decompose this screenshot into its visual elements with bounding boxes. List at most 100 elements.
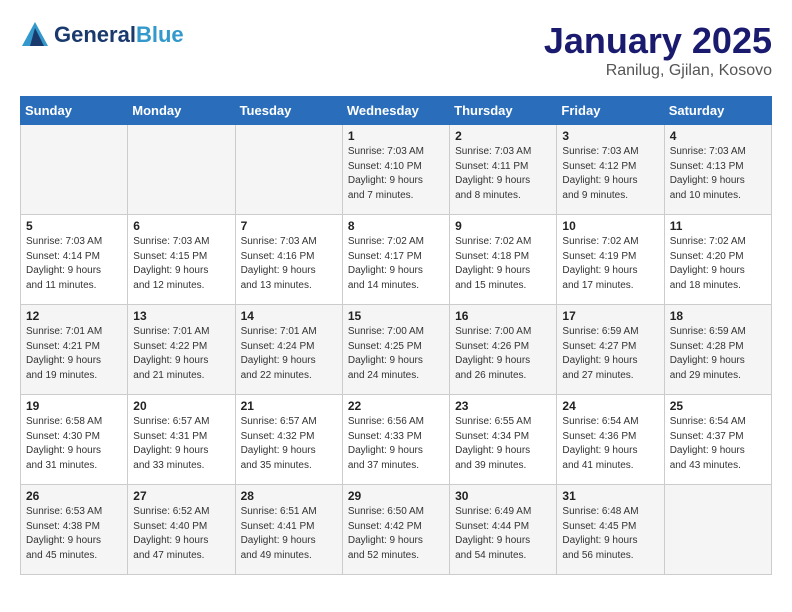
day-number: 27 bbox=[133, 489, 229, 503]
day-number: 3 bbox=[562, 129, 658, 143]
day-detail: Sunrise: 6:58 AM Sunset: 4:30 PM Dayligh… bbox=[26, 415, 122, 473]
calendar-cell: 20Sunrise: 6:57 AM Sunset: 4:31 PM Dayli… bbox=[128, 395, 235, 485]
day-detail: Sunrise: 7:01 AM Sunset: 4:24 PM Dayligh… bbox=[241, 325, 337, 383]
logo: GeneralBlue bbox=[20, 20, 184, 50]
day-detail: Sunrise: 6:57 AM Sunset: 4:32 PM Dayligh… bbox=[241, 415, 337, 473]
day-header-wednesday: Wednesday bbox=[342, 97, 449, 125]
day-number: 14 bbox=[241, 309, 337, 323]
day-number: 22 bbox=[348, 399, 444, 413]
day-number: 24 bbox=[562, 399, 658, 413]
day-number: 23 bbox=[455, 399, 551, 413]
calendar-header-row: SundayMondayTuesdayWednesdayThursdayFrid… bbox=[21, 97, 772, 125]
calendar-cell: 4 Sunrise: 7:03 AM Sunset: 4:13 PM Daylig… bbox=[664, 125, 771, 215]
day-detail: Sunrise: 6:49 AM Sunset: 4:44 PM Dayligh… bbox=[455, 505, 551, 563]
calendar-cell: 8Sunrise: 7:02 AM Sunset: 4:17 PM Daylig… bbox=[342, 215, 449, 305]
day-number: 4 bbox=[670, 129, 766, 143]
day-number: 15 bbox=[348, 309, 444, 323]
day-detail: Sunrise: 7:03 AM Sunset: 4:13 PM Dayligh… bbox=[670, 145, 766, 203]
calendar-cell: 22 Sunrise: 6:56 AM Sunset: 4:33 PM Dayli… bbox=[342, 395, 449, 485]
calendar-cell: 18Sunrise: 6:59 AM Sunset: 4:28 PM Dayli… bbox=[664, 305, 771, 395]
day-number: 11 bbox=[670, 219, 766, 233]
calendar-cell: 19 Sunrise: 6:58 AM Sunset: 4:30 PM Dayli… bbox=[21, 395, 128, 485]
title-block: January 2025 Ranilug, Gjilan, Kosovo bbox=[544, 20, 772, 80]
calendar-cell: 23 Sunrise: 6:55 AM Sunset: 4:34 PM Dayli… bbox=[450, 395, 557, 485]
calendar-week-row: 1 Sunrise: 7:03 AM Sunset: 4:10 PM Daylig… bbox=[21, 125, 772, 215]
day-detail: Sunrise: 6:54 AM Sunset: 4:36 PM Dayligh… bbox=[562, 415, 658, 473]
calendar-title: January 2025 bbox=[544, 20, 772, 62]
logo-blue: Blue bbox=[136, 22, 184, 47]
day-detail: Sunrise: 7:03 AM Sunset: 4:15 PM Dayligh… bbox=[133, 235, 229, 293]
calendar-cell: 28Sunrise: 6:51 AM Sunset: 4:41 PM Dayli… bbox=[235, 485, 342, 575]
day-detail: Sunrise: 6:48 AM Sunset: 4:45 PM Dayligh… bbox=[562, 505, 658, 563]
day-detail: Sunrise: 7:00 AM Sunset: 4:26 PM Dayligh… bbox=[455, 325, 551, 383]
day-number: 10 bbox=[562, 219, 658, 233]
day-number: 31 bbox=[562, 489, 658, 503]
calendar-cell: 9Sunrise: 7:02 AM Sunset: 4:18 PM Daylig… bbox=[450, 215, 557, 305]
calendar-cell: 27 Sunrise: 6:52 AM Sunset: 4:40 PM Dayli… bbox=[128, 485, 235, 575]
day-detail: Sunrise: 7:03 AM Sunset: 4:12 PM Dayligh… bbox=[562, 145, 658, 203]
page-header: GeneralBlue January 2025 Ranilug, Gjilan… bbox=[20, 20, 772, 80]
day-detail: Sunrise: 7:01 AM Sunset: 4:22 PM Dayligh… bbox=[133, 325, 229, 383]
calendar-cell: 7Sunrise: 7:03 AM Sunset: 4:16 PM Daylig… bbox=[235, 215, 342, 305]
day-detail: Sunrise: 7:02 AM Sunset: 4:19 PM Dayligh… bbox=[562, 235, 658, 293]
day-number: 6 bbox=[133, 219, 229, 233]
day-detail: Sunrise: 6:55 AM Sunset: 4:34 PM Dayligh… bbox=[455, 415, 551, 473]
day-number: 1 bbox=[348, 129, 444, 143]
day-number: 7 bbox=[241, 219, 337, 233]
day-header-saturday: Saturday bbox=[664, 97, 771, 125]
day-number: 12 bbox=[26, 309, 122, 323]
calendar-cell: 1 Sunrise: 7:03 AM Sunset: 4:10 PM Daylig… bbox=[342, 125, 449, 215]
day-detail: Sunrise: 7:03 AM Sunset: 4:10 PM Dayligh… bbox=[348, 145, 444, 203]
day-detail: Sunrise: 6:59 AM Sunset: 4:28 PM Dayligh… bbox=[670, 325, 766, 383]
day-detail: Sunrise: 7:00 AM Sunset: 4:25 PM Dayligh… bbox=[348, 325, 444, 383]
day-number: 20 bbox=[133, 399, 229, 413]
day-number: 8 bbox=[348, 219, 444, 233]
day-number: 25 bbox=[670, 399, 766, 413]
calendar-cell: 16 Sunrise: 7:00 AM Sunset: 4:26 PM Dayli… bbox=[450, 305, 557, 395]
day-detail: Sunrise: 7:02 AM Sunset: 4:20 PM Dayligh… bbox=[670, 235, 766, 293]
calendar-cell: 30 Sunrise: 6:49 AM Sunset: 4:44 PM Dayli… bbox=[450, 485, 557, 575]
logo-general: General bbox=[54, 22, 136, 47]
calendar-cell: 10 Sunrise: 7:02 AM Sunset: 4:19 PM Dayli… bbox=[557, 215, 664, 305]
calendar-cell: 14 Sunrise: 7:01 AM Sunset: 4:24 PM Dayli… bbox=[235, 305, 342, 395]
calendar-cell: 3 Sunrise: 7:03 AM Sunset: 4:12 PM Daylig… bbox=[557, 125, 664, 215]
day-header-sunday: Sunday bbox=[21, 97, 128, 125]
day-number: 19 bbox=[26, 399, 122, 413]
day-number: 21 bbox=[241, 399, 337, 413]
day-detail: Sunrise: 6:52 AM Sunset: 4:40 PM Dayligh… bbox=[133, 505, 229, 563]
calendar-week-row: 5Sunrise: 7:03 AM Sunset: 4:14 PM Daylig… bbox=[21, 215, 772, 305]
day-detail: Sunrise: 6:53 AM Sunset: 4:38 PM Dayligh… bbox=[26, 505, 122, 563]
calendar-cell: 26Sunrise: 6:53 AM Sunset: 4:38 PM Dayli… bbox=[21, 485, 128, 575]
calendar-cell: 25 Sunrise: 6:54 AM Sunset: 4:37 PM Dayli… bbox=[664, 395, 771, 485]
day-detail: Sunrise: 6:50 AM Sunset: 4:42 PM Dayligh… bbox=[348, 505, 444, 563]
day-detail: Sunrise: 6:54 AM Sunset: 4:37 PM Dayligh… bbox=[670, 415, 766, 473]
day-number: 17 bbox=[562, 309, 658, 323]
calendar-cell: 31 Sunrise: 6:48 AM Sunset: 4:45 PM Dayli… bbox=[557, 485, 664, 575]
calendar-week-row: 26Sunrise: 6:53 AM Sunset: 4:38 PM Dayli… bbox=[21, 485, 772, 575]
day-detail: Sunrise: 7:03 AM Sunset: 4:14 PM Dayligh… bbox=[26, 235, 122, 293]
calendar-subtitle: Ranilug, Gjilan, Kosovo bbox=[544, 62, 772, 80]
day-number: 28 bbox=[241, 489, 337, 503]
calendar-cell: 29Sunrise: 6:50 AM Sunset: 4:42 PM Dayli… bbox=[342, 485, 449, 575]
calendar-cell: 15 Sunrise: 7:00 AM Sunset: 4:25 PM Dayli… bbox=[342, 305, 449, 395]
day-detail: Sunrise: 7:03 AM Sunset: 4:11 PM Dayligh… bbox=[455, 145, 551, 203]
calendar-cell: 12 Sunrise: 7:01 AM Sunset: 4:21 PM Dayli… bbox=[21, 305, 128, 395]
calendar-cell: 24 Sunrise: 6:54 AM Sunset: 4:36 PM Dayli… bbox=[557, 395, 664, 485]
day-number: 30 bbox=[455, 489, 551, 503]
day-detail: Sunrise: 6:56 AM Sunset: 4:33 PM Dayligh… bbox=[348, 415, 444, 473]
calendar-cell bbox=[235, 125, 342, 215]
day-header-monday: Monday bbox=[128, 97, 235, 125]
day-detail: Sunrise: 6:59 AM Sunset: 4:27 PM Dayligh… bbox=[562, 325, 658, 383]
calendar-cell: 6 Sunrise: 7:03 AM Sunset: 4:15 PM Daylig… bbox=[128, 215, 235, 305]
calendar-cell bbox=[664, 485, 771, 575]
day-header-friday: Friday bbox=[557, 97, 664, 125]
calendar-week-row: 12 Sunrise: 7:01 AM Sunset: 4:21 PM Dayli… bbox=[21, 305, 772, 395]
calendar-cell bbox=[128, 125, 235, 215]
calendar-cell bbox=[21, 125, 128, 215]
day-header-thursday: Thursday bbox=[450, 97, 557, 125]
day-detail: Sunrise: 7:01 AM Sunset: 4:21 PM Dayligh… bbox=[26, 325, 122, 383]
day-number: 2 bbox=[455, 129, 551, 143]
calendar-cell: 11 Sunrise: 7:02 AM Sunset: 4:20 PM Dayli… bbox=[664, 215, 771, 305]
day-number: 16 bbox=[455, 309, 551, 323]
calendar-cell: 21 Sunrise: 6:57 AM Sunset: 4:32 PM Dayli… bbox=[235, 395, 342, 485]
